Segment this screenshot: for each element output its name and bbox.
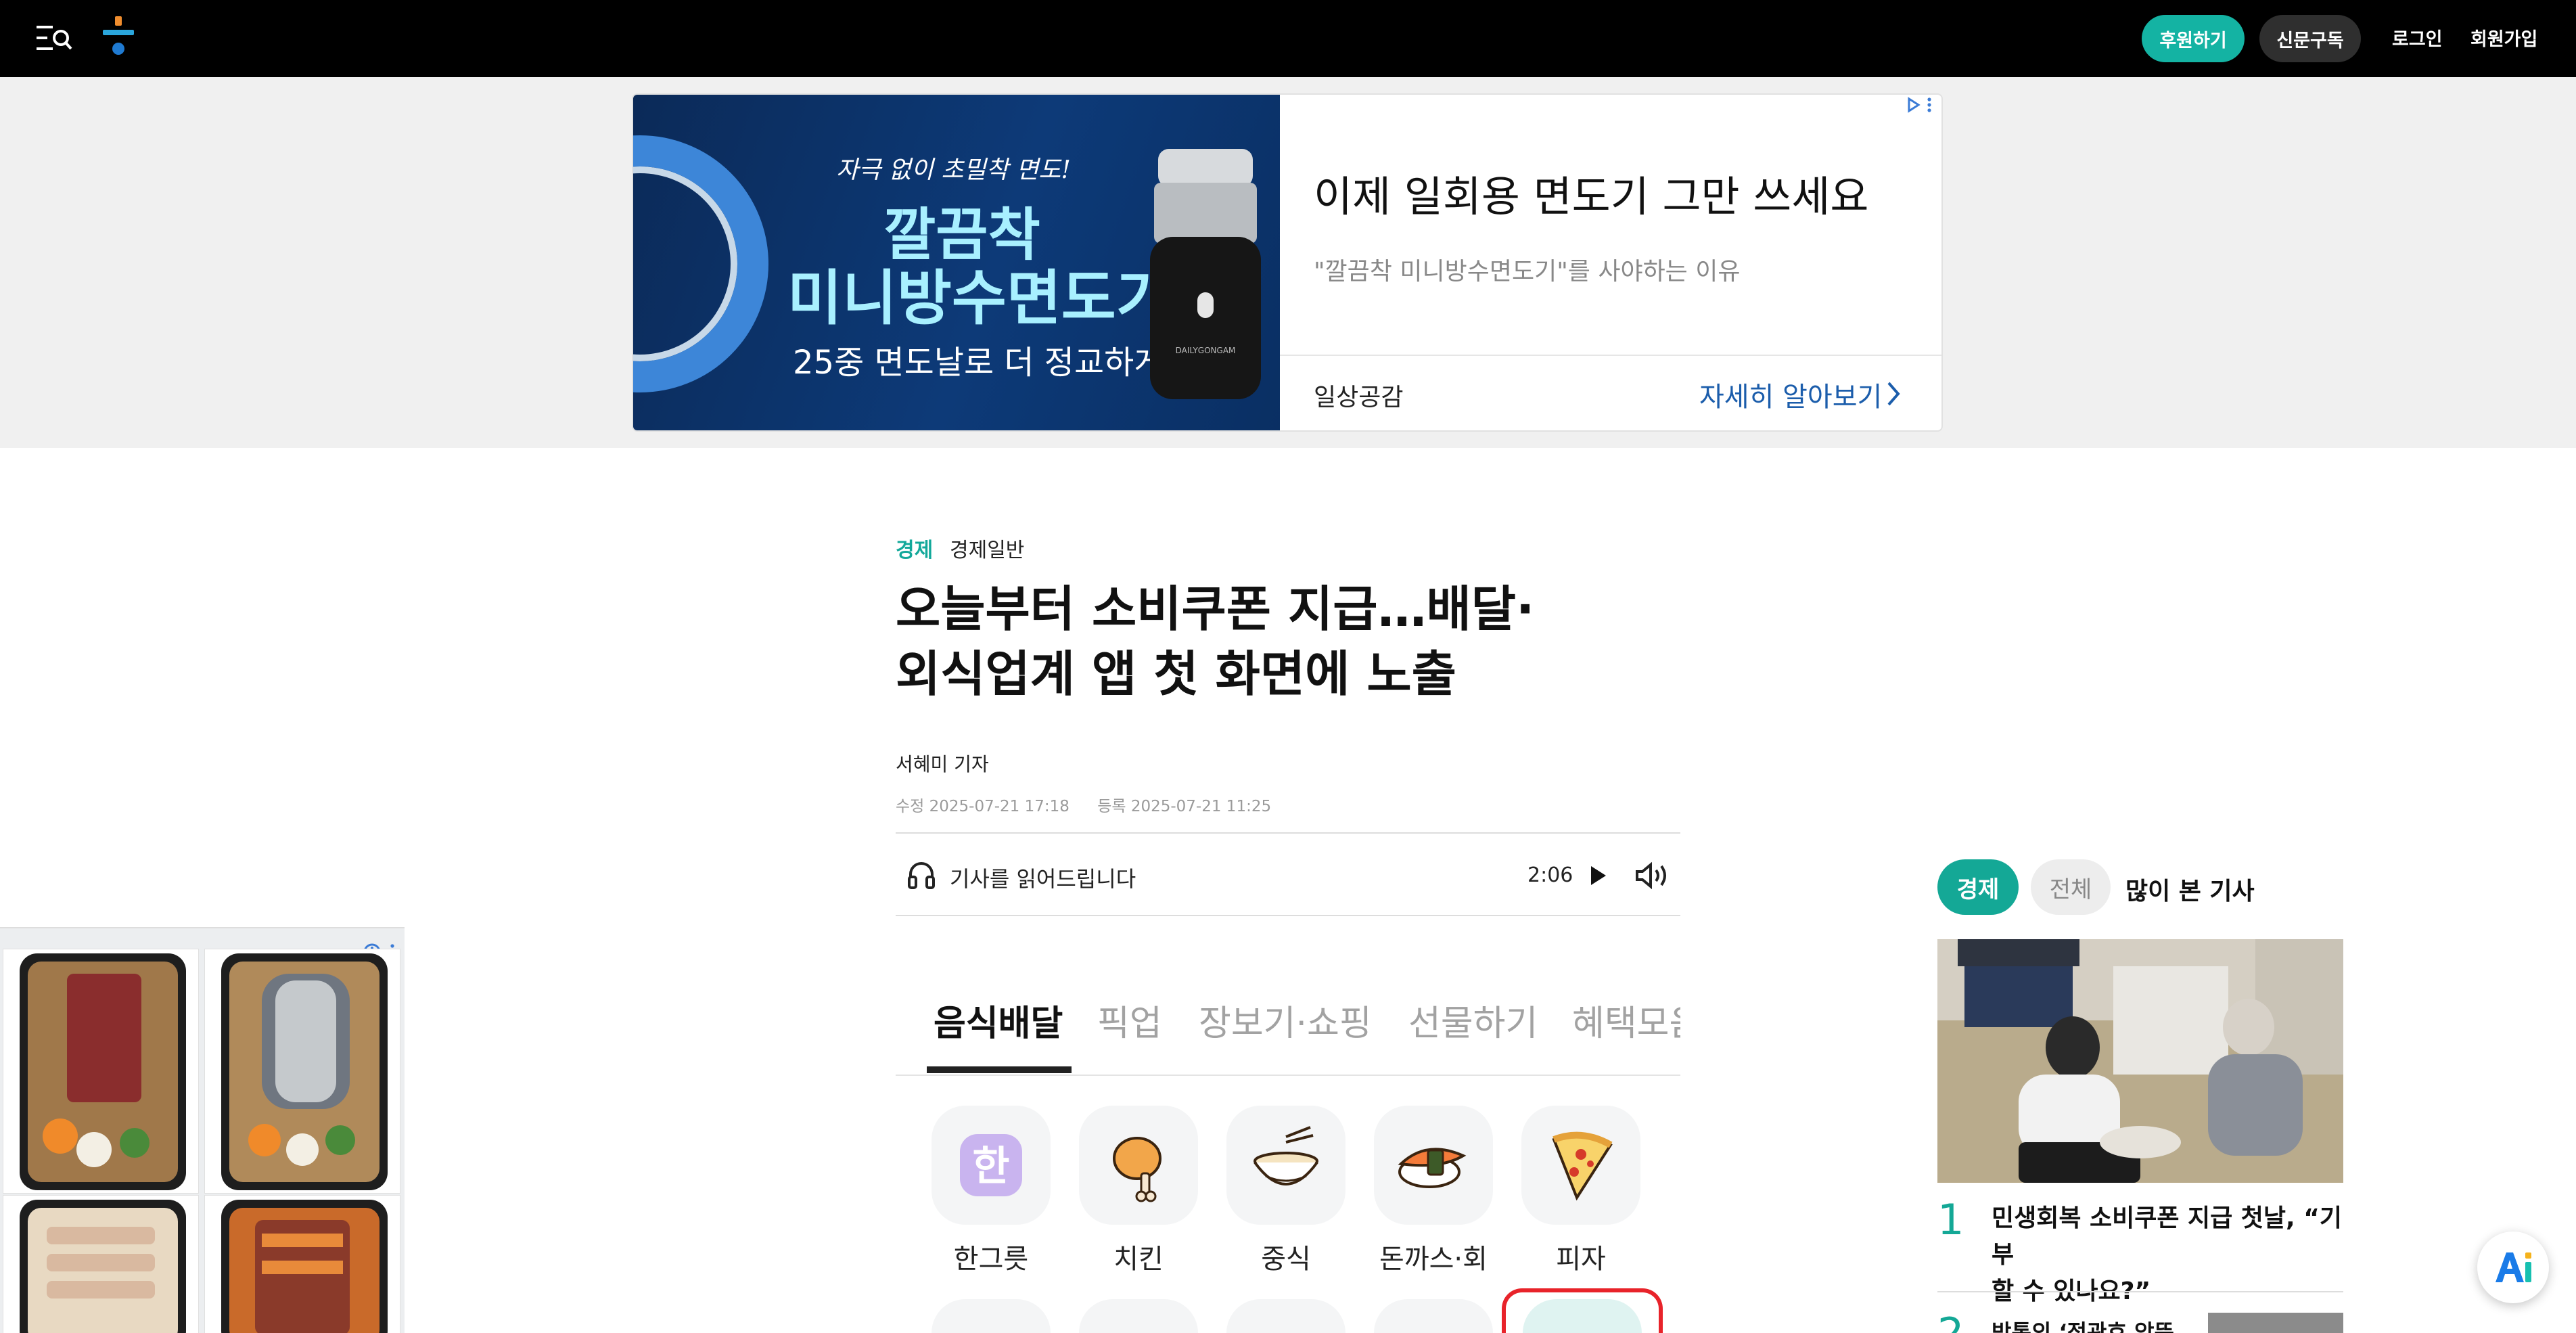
- divider: [1937, 1291, 2343, 1292]
- support-button[interactable]: 후원하기: [2142, 15, 2245, 62]
- article-headline: 오늘부터 소비쿠폰 지급…배달· 외식업계 앱 첫 화면에 노출: [896, 577, 1545, 706]
- tab-food-delivery[interactable]: 음식배달: [934, 995, 1063, 1045]
- side-ad[interactable]: [0, 927, 405, 1333]
- one-bowl-icon: 한: [932, 1106, 1051, 1225]
- ad-image-tagline: 자극 없이 초밀착 면도!: [836, 156, 1071, 184]
- chicken-icon: [1079, 1106, 1198, 1225]
- headline-line-2: 외식업계 앱 첫 화면에 노출: [896, 646, 1456, 702]
- meal-tray-image: [221, 953, 388, 1190]
- meal-tray-image: [221, 1200, 388, 1333]
- active-tab-indicator: [927, 1066, 1072, 1073]
- most-read-heading: 많이 본 기사: [2125, 878, 2255, 905]
- ad-product-tile[interactable]: [3, 1195, 199, 1333]
- volume-icon[interactable]: [1633, 859, 1671, 892]
- highlight-box: [1502, 1288, 1663, 1333]
- most-read-item-1[interactable]: 민생회복 소비쿠폰 지급 첫날, “기부 할 수 있나요?”: [1992, 1200, 2343, 1310]
- ad-title[interactable]: 이제 일회용 면도기 그만 쓰세요: [1314, 162, 1868, 223]
- category-row2-tile[interactable]: [1374, 1299, 1493, 1333]
- most-read-thumbnail[interactable]: [2208, 1313, 2343, 1333]
- category-label: 중식: [1261, 1244, 1311, 1275]
- ad-cta-link[interactable]: 자세히 알아보기: [1699, 375, 1882, 414]
- noodle-bowl-icon: [1226, 1106, 1346, 1225]
- category-pizza[interactable]: 피자: [1517, 1106, 1645, 1276]
- meal-tray-image: [20, 1200, 186, 1333]
- ad-product-tile[interactable]: [204, 1195, 400, 1333]
- meal-tray-image: [20, 953, 186, 1190]
- registered-date: 등록 2025-07-21 11:25: [1097, 798, 1272, 815]
- category-row2-tile[interactable]: [1226, 1299, 1346, 1333]
- ad-image[interactable]: 자극 없이 초밀착 면도! 깔끔착 미니방수면도기 25중 면도날로 더 정교하…: [633, 95, 1280, 430]
- breadcrumb-subsection[interactable]: 경제일반: [950, 533, 1024, 563]
- rank-number: 2: [1937, 1309, 1964, 1333]
- tab-benefits[interactable]: 혜택모음: [1572, 995, 1680, 1045]
- audio-duration: 2:06: [1527, 863, 1573, 887]
- ai-assistant-icon[interactable]: [2477, 1232, 2549, 1303]
- rank-number: 1: [1937, 1195, 1964, 1244]
- subscribe-button[interactable]: 신문구독: [2259, 15, 2361, 62]
- category-one-bowl[interactable]: 한 한그릇: [927, 1106, 1055, 1276]
- ad-divider: [1280, 355, 1941, 356]
- shaver-illustration: DAILYGONGAM: [1150, 149, 1261, 399]
- byline[interactable]: 서혜미 기자: [896, 750, 989, 777]
- blade-ring-decoration: [633, 135, 768, 392]
- top-ad-card[interactable]: 자극 없이 초밀착 면도! 깔끔착 미니방수면도기 25중 면도날로 더 정교하…: [632, 93, 1943, 432]
- most-read-photo[interactable]: [1937, 939, 2343, 1183]
- adchoices-icon[interactable]: [1905, 95, 1939, 118]
- pizza-icon: [1521, 1106, 1640, 1225]
- menu-search-icon[interactable]: [35, 23, 73, 53]
- sushi-icon: [1374, 1106, 1493, 1225]
- site-header: 후원하기 신문구독 로그인 회원가입: [0, 0, 2576, 77]
- tab-all[interactable]: 전체: [2031, 859, 2111, 915]
- breadcrumb-section[interactable]: 경제: [896, 533, 933, 563]
- tab-grocery-shopping[interactable]: 장보기·쇼핑: [1199, 995, 1372, 1045]
- site-logo[interactable]: [101, 15, 135, 60]
- ad-subtitle: "깔끔착 미니방수면도기"를 사야하는 이유: [1314, 258, 1741, 286]
- chevron-right-icon[interactable]: [1886, 380, 1902, 407]
- audio-player: 기사를 읽어드립니다 2:06: [896, 832, 1680, 916]
- category-cutlet-sashimi[interactable]: 돈까스·회: [1369, 1106, 1498, 1276]
- play-icon[interactable]: [1584, 861, 1611, 890]
- category-chinese[interactable]: 중식: [1222, 1106, 1350, 1276]
- modified-date: 수정 2025-07-21 17:18: [896, 798, 1070, 815]
- category-label: 한그릇: [953, 1244, 1029, 1275]
- shaver-device-label: DAILYGONGAM: [1176, 346, 1236, 355]
- category-label: 피자: [1556, 1244, 1606, 1275]
- tab-pickup[interactable]: 픽업: [1097, 995, 1162, 1045]
- ad-product-tile[interactable]: [204, 949, 400, 1194]
- ad-advertiser: 일상공감: [1314, 384, 1404, 411]
- headphones-icon: [908, 862, 935, 889]
- ad-image-product: 미니방수면도기: [787, 263, 1171, 333]
- category-chicken[interactable]: 치킨: [1074, 1106, 1203, 1276]
- category-row2-tile[interactable]: [932, 1299, 1051, 1333]
- ad-product-tile[interactable]: [3, 949, 199, 1194]
- svg-text:한: 한: [972, 1143, 1009, 1190]
- audio-label: 기사를 읽어드립니다: [950, 866, 1136, 892]
- signup-link[interactable]: 회원가입: [2470, 24, 2537, 51]
- app-tab-bar: 음식배달 픽업 장보기·쇼핑 선물하기 혜택모음: [896, 961, 1680, 1076]
- article-dates: 수정 2025-07-21 17:18 등록 2025-07-21 11:25: [896, 793, 1294, 816]
- rank1-title-line1: 민생회복 소비쿠폰 지급 첫날, “기부: [1992, 1204, 2343, 1269]
- category-label: 돈까스·회: [1379, 1244, 1488, 1275]
- most-read-item-2[interactable]: 박통의 ‘정관호 암뜬: [1992, 1315, 2174, 1333]
- category-label: 치킨: [1113, 1244, 1164, 1275]
- headline-line-1: 오늘부터 소비쿠폰 지급…배달·: [896, 581, 1535, 637]
- tab-economy[interactable]: 경제: [1937, 859, 2019, 915]
- category-row2-tile[interactable]: [1079, 1299, 1198, 1333]
- tab-gifting[interactable]: 선물하기: [1408, 995, 1538, 1045]
- ad-image-feature: 25중 면도날로 더 정교하게: [793, 344, 1164, 382]
- login-link[interactable]: 로그인: [2392, 24, 2443, 51]
